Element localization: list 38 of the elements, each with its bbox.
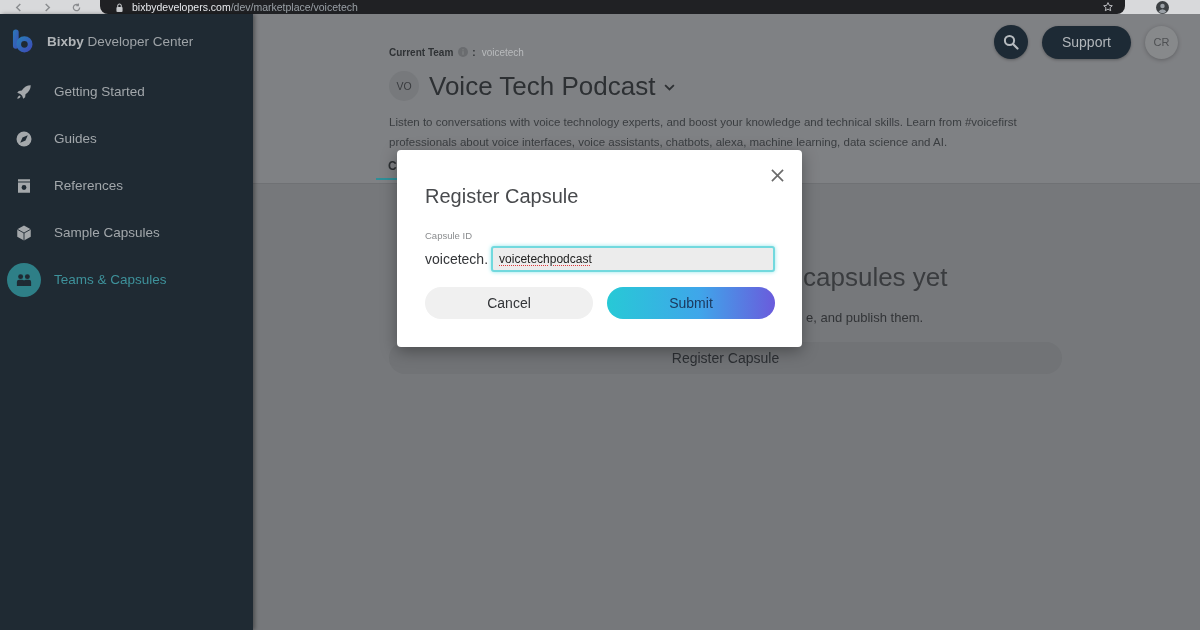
lock-icon (116, 2, 123, 12)
close-button[interactable] (769, 167, 785, 183)
url-text: bixbydevelopers.com/dev/marketplace/voicetech (132, 0, 358, 14)
compass-icon (15, 129, 33, 148)
search-button[interactable] (993, 25, 1028, 59)
logo-icon[interactable] (12, 29, 33, 53)
team-separator: : (472, 46, 476, 58)
brand-name: Bixby Developer Center (47, 33, 194, 49)
current-team-label: Current Team (389, 46, 454, 58)
dialog-title: Register Capsule (425, 184, 579, 208)
submit-button[interactable]: Submit (607, 287, 775, 319)
id-prefix: voicetech. (425, 251, 489, 267)
profile-icon[interactable] (1156, 0, 1169, 14)
team-avatar: VO (389, 71, 419, 101)
cancel-button[interactable]: Cancel (425, 287, 593, 319)
sidebar-item[interactable]: References (0, 162, 253, 209)
cube-icon (15, 223, 33, 242)
sidebar-item[interactable]: Teams & Capsules (0, 256, 253, 303)
close-icon (770, 168, 784, 182)
current-team-value: voicetech (481, 46, 524, 58)
chevron-down-icon[interactable] (664, 83, 676, 91)
search-icon (1002, 34, 1019, 50)
sidebar-item[interactable]: Getting Started (0, 68, 253, 115)
team-description: Listen to conversations with voice technology experts, and boost your knowledge and technical skills. Learn from #voicefirst professionals about voice interfaces, voice assistants, chatbots, alexa, machine learning, data science and AI. (389, 115, 1018, 150)
empty-state-title: capsules yet (802, 261, 949, 293)
empty-state-text: e, and publish them. (805, 309, 925, 327)
address-bar[interactable]: bixbydevelopers.com/dev/marketplace/voicetech (100, 0, 1125, 14)
reload-icon[interactable] (72, 2, 81, 12)
people-icon (7, 262, 41, 297)
support-button[interactable]: Support (1041, 25, 1131, 59)
field-label: Capsule ID (425, 230, 473, 242)
sidebar-item[interactable]: Sample Capsules (0, 209, 253, 256)
team-name[interactable]: Voice Tech Podcast (429, 71, 656, 101)
star-icon[interactable] (1103, 2, 1113, 12)
document-icon (15, 176, 33, 195)
rocket-icon (15, 82, 33, 101)
sidebar-item[interactable]: Guides (0, 115, 253, 162)
capsule-id-field[interactable]: voicetechpodcast (491, 246, 775, 272)
